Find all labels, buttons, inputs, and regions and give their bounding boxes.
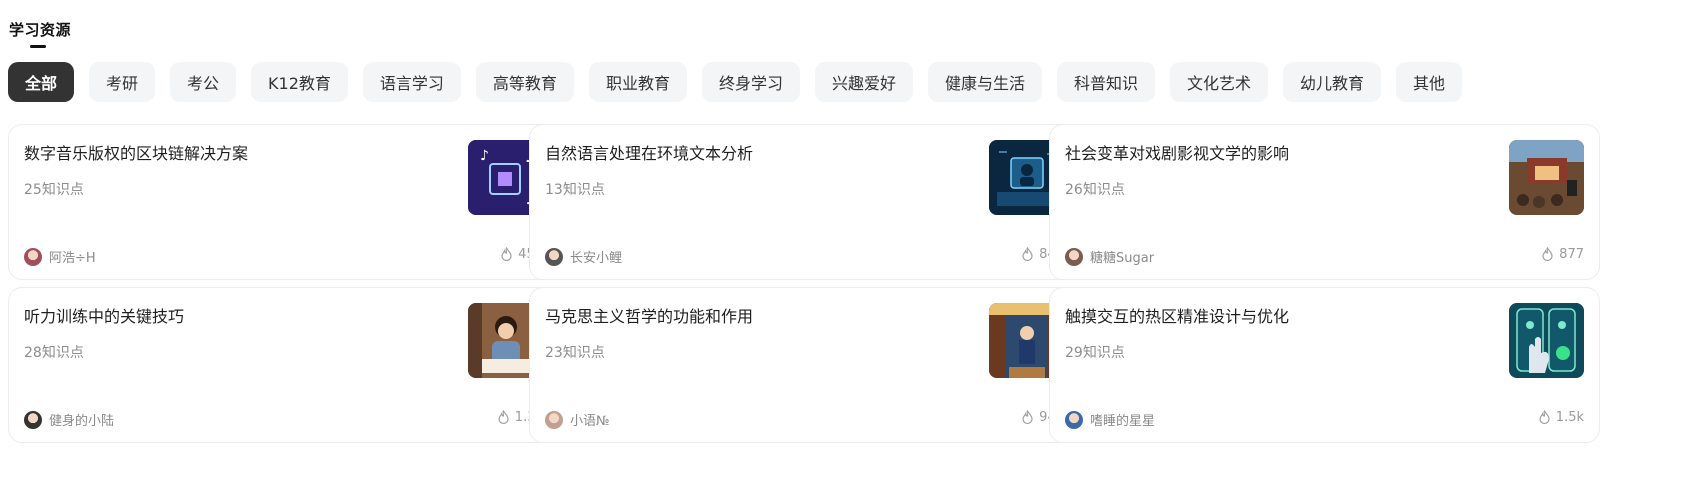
flame-icon — [1539, 410, 1550, 425]
resource-card[interactable]: 社会变革对戏剧影视文学的影响 26知识点 糖糖Sugar 877 — [1049, 124, 1600, 280]
author[interactable]: 阿浩÷H — [24, 247, 96, 266]
tab-kaogong[interactable]: 考公 — [170, 62, 237, 102]
card-thumbnail — [1509, 140, 1584, 215]
tab-culture[interactable]: 文化艺术 — [1170, 62, 1269, 102]
author[interactable]: 嗜睡的星星 — [1065, 410, 1155, 429]
author-name: 健身的小陆 — [49, 414, 115, 429]
author-name: 小语№ — [570, 414, 610, 429]
tab-lifelong[interactable]: 终身学习 — [701, 62, 800, 102]
resource-card[interactable]: 触摸交互的热区精准设计与优化 29知识点 嗜睡的星星 1.5k — [1049, 287, 1600, 443]
flame-icon — [1022, 247, 1033, 262]
tab-vocational[interactable]: 职业教育 — [588, 62, 687, 102]
resource-card[interactable]: 自然语言处理在环境文本分析 13知识点 长安小鲤 848 — [529, 124, 1080, 280]
author-avatar — [1065, 410, 1083, 429]
author[interactable]: 糖糖Sugar — [1065, 247, 1154, 266]
tab-all[interactable]: 全部 — [8, 62, 75, 102]
like-count: 1.5k — [1538, 410, 1584, 425]
knowledge-count: 26知识点 — [1065, 182, 1125, 198]
resource-card[interactable]: 听力训练中的关键技巧 28知识点 健身的小陆 1.3k — [8, 287, 559, 443]
author[interactable]: 长安小鲤 — [545, 247, 622, 266]
card-title: 数字音乐版权的区块链解决方案 — [24, 144, 249, 163]
card-thumbnail — [1509, 303, 1584, 378]
flame-icon — [1022, 410, 1033, 425]
tab-preschool[interactable]: 幼儿教育 — [1283, 62, 1382, 102]
author-name: 阿浩÷H — [49, 251, 96, 266]
resource-card[interactable]: 数字音乐版权的区块链解决方案 25知识点 ♪ ♫ ♪ 阿浩÷H 454 — [8, 124, 559, 280]
knowledge-count: 13知识点 — [545, 182, 605, 198]
tab-k12[interactable]: K12教育 — [251, 62, 348, 102]
svg-text:♪: ♪ — [480, 148, 489, 164]
knowledge-count: 28知识点 — [24, 345, 84, 361]
like-number: 1.5k — [1555, 410, 1584, 425]
flame-icon — [1542, 247, 1553, 262]
author[interactable]: 小语№ — [545, 410, 610, 429]
card-title: 触摸交互的热区精准设计与优化 — [1065, 307, 1290, 326]
author-avatar — [545, 247, 563, 266]
author-name: 嗜睡的星星 — [1090, 414, 1156, 429]
knowledge-count: 29知识点 — [1065, 345, 1125, 361]
knowledge-count: 23知识点 — [545, 345, 605, 361]
author-name: 长安小鲤 — [570, 251, 623, 266]
card-title: 社会变革对戏剧影视文学的影响 — [1065, 144, 1290, 163]
author-avatar — [24, 410, 42, 429]
flame-icon — [498, 410, 509, 425]
tab-higher-edu[interactable]: 高等教育 — [475, 62, 574, 102]
author-avatar — [1065, 247, 1083, 266]
title-underline — [30, 45, 46, 48]
author-avatar — [545, 410, 563, 429]
category-tabs: 全部 考研 考公 K12教育 语言学习 高等教育 职业教育 终身学习 兴趣爱好 … — [8, 62, 1477, 102]
card-title: 马克思主义哲学的功能和作用 — [545, 307, 754, 326]
tab-other[interactable]: 其他 — [1396, 62, 1463, 102]
like-count: 877 — [1541, 247, 1584, 262]
tab-language[interactable]: 语言学习 — [362, 62, 461, 102]
author-avatar — [24, 247, 42, 266]
tab-hobbies[interactable]: 兴趣爱好 — [814, 62, 913, 102]
card-title: 听力训练中的关键技巧 — [24, 307, 185, 326]
tab-science[interactable]: 科普知识 — [1057, 62, 1156, 102]
like-number: 877 — [1559, 247, 1584, 262]
card-title: 自然语言处理在环境文本分析 — [545, 144, 754, 163]
section-title: 学习资源 — [9, 21, 72, 39]
tab-kaoyan[interactable]: 考研 — [89, 62, 156, 102]
author-name: 糖糖Sugar — [1090, 251, 1155, 266]
resource-card[interactable]: 马克思主义哲学的功能和作用 23知识点 小语№ 948 — [529, 287, 1080, 443]
flame-icon — [501, 247, 512, 262]
tab-health[interactable]: 健康与生活 — [927, 62, 1042, 102]
author[interactable]: 健身的小陆 — [24, 410, 114, 429]
knowledge-count: 25知识点 — [24, 182, 84, 198]
